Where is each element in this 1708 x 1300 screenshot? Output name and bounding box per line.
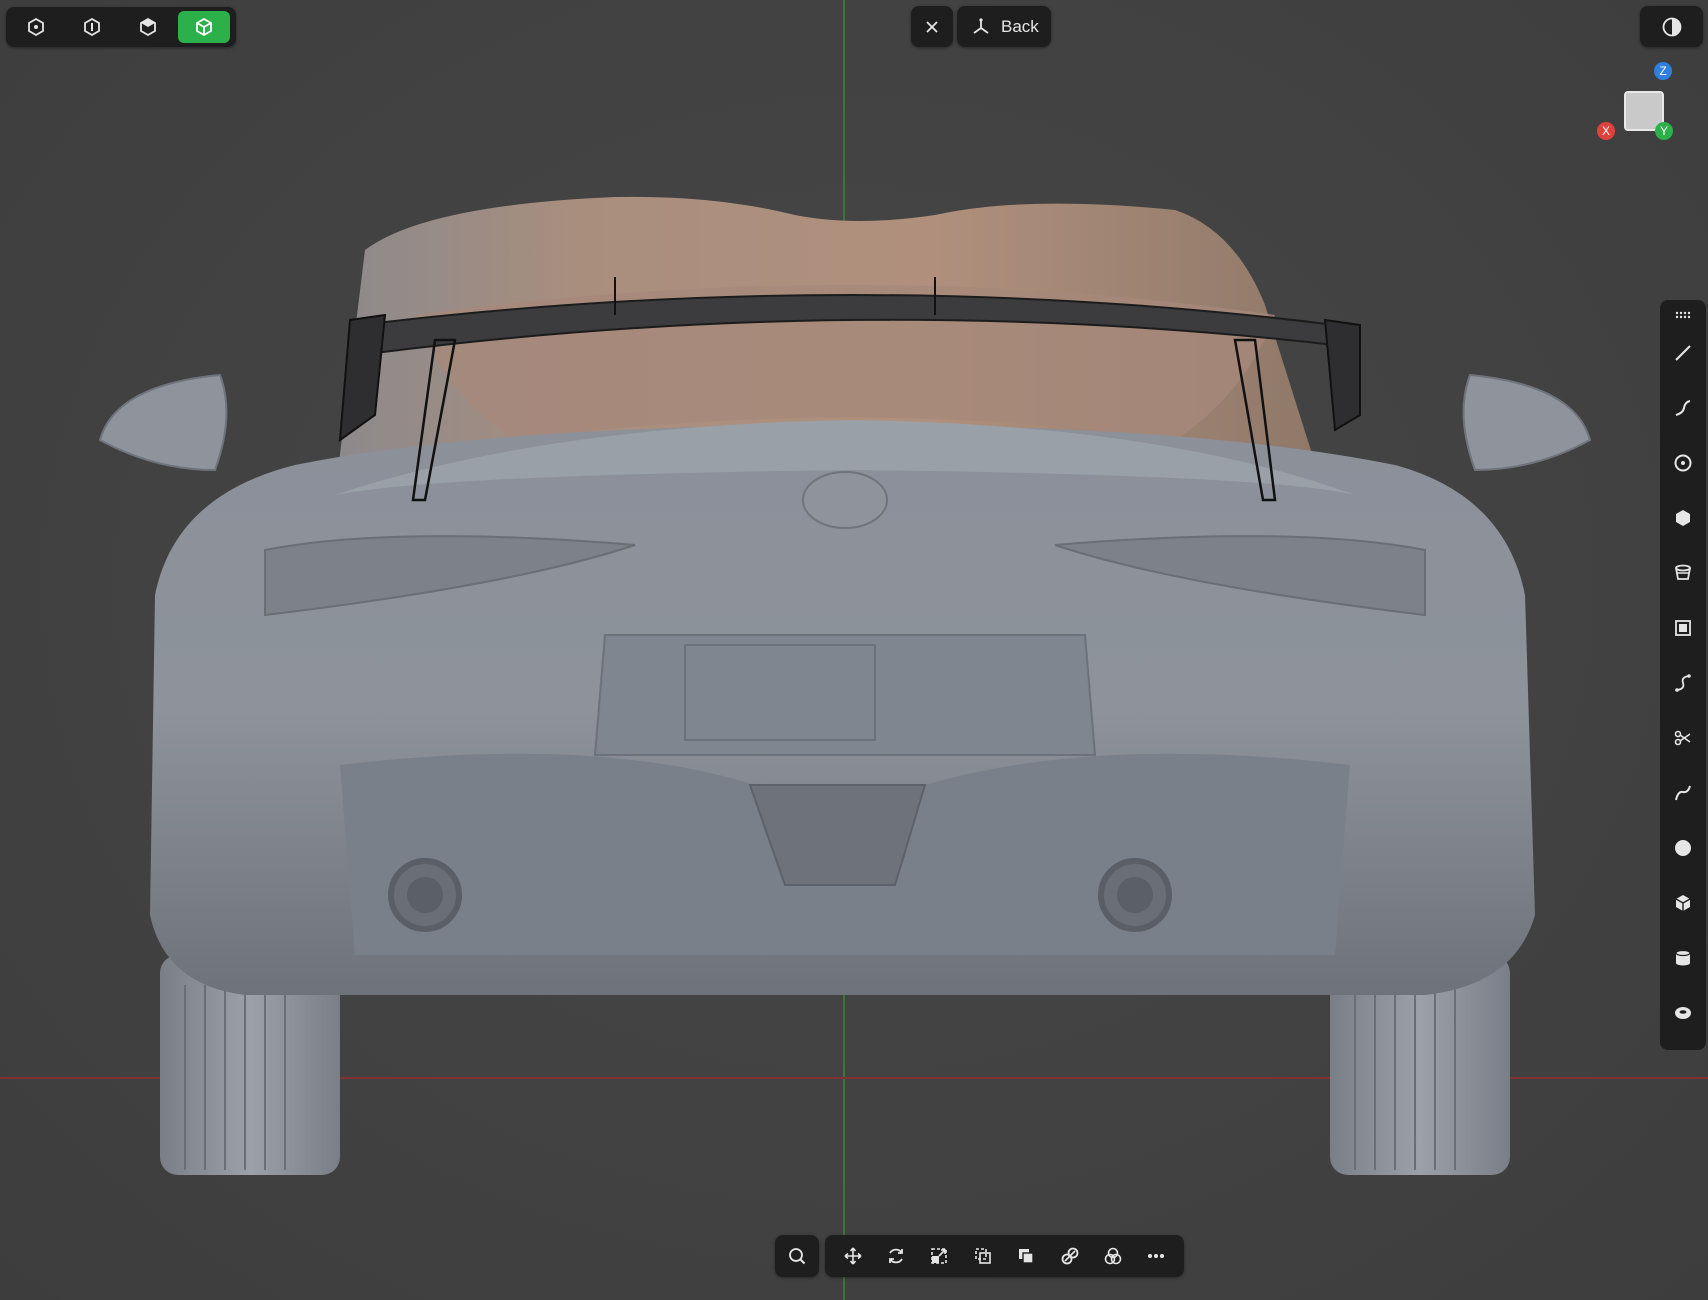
rotate-icon[interactable] [874,1235,917,1277]
edge-mode-icon[interactable] [66,11,118,43]
object-mode-icon[interactable] [178,11,230,43]
box-select-icon[interactable] [1660,605,1706,651]
line-tool-icon[interactable] [1660,330,1706,376]
menu-grid-icon[interactable] [1660,300,1706,330]
more-icon[interactable] [1135,1235,1178,1277]
cube-tool-icon[interactable] [1660,880,1706,926]
extrude-tool-icon[interactable] [1660,550,1706,596]
back-button[interactable]: Back [957,6,1051,47]
sphere-tool-icon[interactable] [1660,825,1706,871]
y-axis-label: Y [1660,124,1668,138]
car-model[interactable] [95,195,1595,1185]
search-button[interactable] [775,1235,819,1277]
shading-icon [1662,17,1681,36]
cylinder-tool-icon[interactable] [1660,935,1706,981]
scale-icon[interactable] [918,1235,961,1277]
orientation-gizmo[interactable]: Z X Y [1590,60,1680,150]
close-button[interactable] [911,6,953,47]
circle-tool-icon[interactable] [1660,440,1706,486]
axes-icon [973,17,989,34]
right-tool-palette [1660,300,1706,1050]
polygon-tool-icon[interactable] [1660,495,1706,541]
union-icon[interactable] [1091,1235,1134,1277]
boolean-icon[interactable] [1005,1235,1048,1277]
selection-mode-bar [6,7,236,47]
link-icon[interactable] [1048,1235,1091,1277]
close-icon [926,20,938,33]
torus-tool-icon[interactable] [1660,990,1706,1036]
3d-viewport[interactable]: Back Z X Y [0,0,1708,1300]
vertex-mode-icon[interactable] [10,11,62,43]
z-axis-label: Z [1659,64,1666,78]
shading-toggle-button[interactable] [1640,6,1703,47]
search-icon [789,1248,806,1265]
spline-tool-icon[interactable] [1660,660,1706,706]
transform-toolbar [825,1235,1184,1277]
x-axis-label: X [1602,124,1610,138]
move-icon[interactable] [831,1235,874,1277]
curve-tool-icon[interactable] [1660,385,1706,431]
bend-tool-icon[interactable] [1660,770,1706,816]
back-label: Back [1001,16,1039,36]
duplicate-icon[interactable] [961,1235,1004,1277]
cut-tool-icon[interactable] [1660,715,1706,761]
face-mode-icon[interactable] [122,11,174,43]
